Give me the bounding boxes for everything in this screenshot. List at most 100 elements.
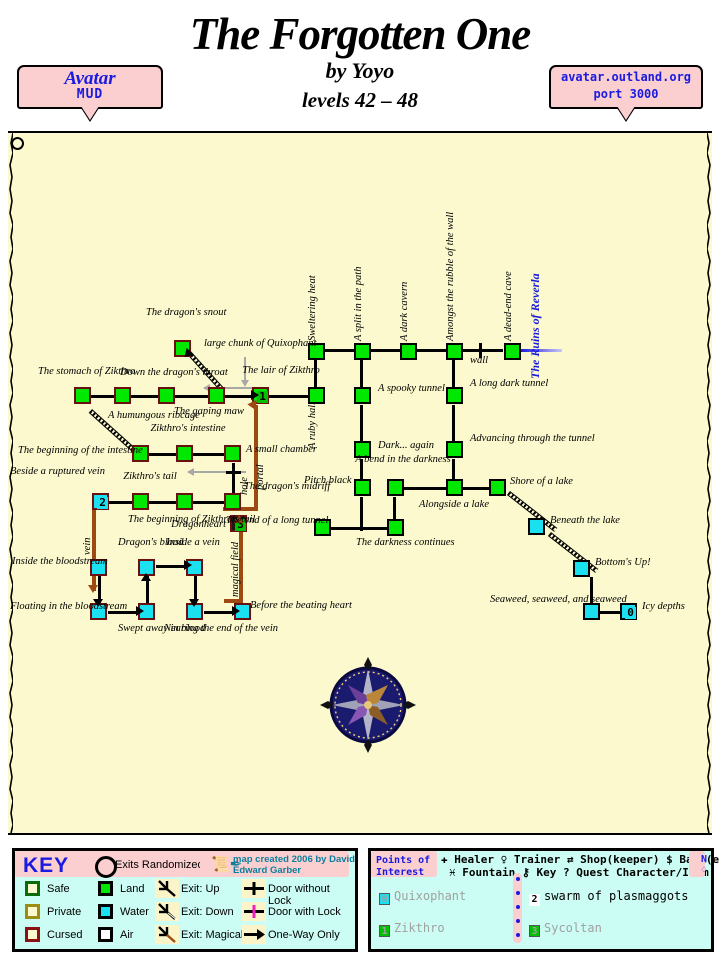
- label-the-darkness-continues: The darkness continues: [356, 537, 455, 548]
- mud-name-banner: Avatar MUD: [17, 65, 163, 109]
- poi-label-2: swarm of plasmaggots: [544, 889, 689, 903]
- poi-title: Points of Interest: [376, 855, 430, 879]
- link-rubble-deadend: [462, 349, 503, 352]
- poi-title-line2: Interest: [376, 867, 425, 878]
- poi-label-0: Quixophant: [394, 889, 467, 903]
- room-a-dark-cavern[interactable]: [400, 343, 417, 360]
- label-the-beginning-of-the-intestine: The beginning of the intestine: [18, 445, 143, 456]
- label-large-chunk-of-quixophant: large chunk of Quixophant: [204, 338, 317, 349]
- room-beneath-the-lake[interactable]: [528, 518, 545, 535]
- key-label-land: Land: [120, 883, 145, 895]
- poi-chip-3: 3: [529, 925, 540, 937]
- label-the-dragons-snout: The dragon's snout: [146, 307, 227, 318]
- key-label-cursed: Cursed: [47, 929, 83, 941]
- label-a-dark-cavern: A dark cavern: [399, 281, 410, 341]
- label-before-the-beating-heart: Before the beating heart: [250, 600, 352, 611]
- page-header: The Forgotten One by Yoyo levels 42 – 48…: [0, 0, 720, 130]
- room-the-gaping-maw[interactable]: [208, 387, 225, 404]
- poi-chip-2: 2: [529, 894, 540, 906]
- label-dragons-blood: Dragon's blood: [118, 537, 184, 548]
- arrow-floating-swept: [136, 606, 144, 616]
- mud-name-line2: MUD: [76, 87, 104, 102]
- room-a-bend-in-the-darkness[interactable]: [387, 479, 404, 496]
- room-amongst-the-rubble[interactable]: [446, 343, 463, 360]
- poi-title-line1: Points of: [376, 855, 431, 866]
- mud-port: port 3000: [593, 87, 659, 101]
- north-letter: N: [700, 854, 707, 865]
- one-way-only-icon: [242, 925, 266, 944]
- room-a-dead-end-cave[interactable]: [504, 343, 521, 360]
- label-a-dead-end-cave: A dead-end cave: [503, 271, 514, 341]
- key-label-safe: Safe: [47, 883, 70, 895]
- room-shore-of-a-lake[interactable]: [489, 479, 506, 496]
- arrow-swept-blood: [141, 573, 151, 581]
- room-bottoms-up[interactable]: [573, 560, 590, 577]
- room-the-darkness-continues[interactable]: [387, 519, 404, 536]
- label-a-split-in-the-path: A split in the path: [353, 266, 364, 341]
- link-pitchblack-endtunnel: [360, 497, 363, 531]
- arrow-blood-vein: [184, 560, 192, 570]
- room-the-stomach-of-zikthro[interactable]: [74, 387, 91, 404]
- room-a-humungous-ribcage[interactable]: [114, 387, 131, 404]
- key-swatch-private: [25, 904, 40, 919]
- label-beneath-the-lake: Beneath the lake: [550, 515, 620, 526]
- poi-label-3: Sycoltan: [544, 921, 602, 935]
- room-zikthros-tail[interactable]: [132, 493, 149, 510]
- label-dark-again: Dark... again: [378, 440, 434, 451]
- room-icy-depths[interactable]: 0: [620, 603, 637, 620]
- label-the-stomach-of-zikthro: The stomach of Zikthro: [38, 366, 136, 377]
- room-zikthros-intestine[interactable]: [176, 445, 193, 462]
- key-swatch-cursed: [25, 927, 40, 942]
- mud-name-line1: Avatar: [64, 68, 116, 89]
- label-magical-field: magical field: [230, 541, 241, 597]
- exit-up-icon: [155, 879, 179, 898]
- link-split-spooky: [360, 355, 363, 391]
- room-a-small-chamber[interactable]: [224, 445, 241, 462]
- key-label-one-way-only: One-Way Only: [268, 929, 340, 941]
- room-seaweed[interactable]: [583, 603, 600, 620]
- label-alongside-a-lake: Alongside a lake: [419, 499, 489, 510]
- exit-magical-icon: [155, 925, 179, 944]
- poi-header-row2: ♓ Fountain ⚷ Key ? Quest Character/Item: [449, 866, 709, 879]
- room-pitch-black[interactable]: [354, 479, 371, 496]
- map-parchment: 0 1 2 3 Sweltering heat A split in the p…: [8, 131, 712, 835]
- exits-randomized-icon: [95, 856, 117, 878]
- key-title: KEY: [23, 854, 70, 877]
- key-label-private: Private: [47, 906, 82, 918]
- credit-text: map created 2006 by David Edward Garber: [233, 854, 355, 876]
- label-floating-in-the-bloodstream: Floating in the bloodstream: [10, 601, 128, 612]
- label-vein: vein: [82, 537, 93, 556]
- room-down-the-dragons-throat[interactable]: [158, 387, 175, 404]
- door-without-lock-icon: [242, 879, 266, 898]
- label-the-gaping-maw: The gaping maw: [174, 406, 245, 417]
- poi-entry-sycoltan: 3 Sycoltan: [529, 921, 602, 937]
- poi-entry-zikthro: 1 Zikthro: [379, 921, 445, 937]
- poi-entry-quixophant: 0 Quixophant: [379, 889, 466, 905]
- arrow-vein-nearing: [189, 599, 199, 607]
- label-sweltering-heat: Sweltering heat: [307, 275, 318, 341]
- label-inside-the-bloodstream: Inside the bloodstream: [12, 556, 108, 567]
- room-the-beginning-of-zikthros-tail[interactable]: [176, 493, 193, 510]
- room-a-long-dark-tunnel[interactable]: [446, 387, 463, 404]
- room-a-spooky-tunnel[interactable]: [354, 387, 371, 404]
- room-the-dragons-midriff[interactable]: [224, 493, 241, 510]
- label-zikthros-intestine: Zikthro's intestine: [150, 423, 226, 434]
- key-label-water: Water: [120, 906, 149, 918]
- room-beside-a-ruptured-vein[interactable]: 2: [92, 493, 109, 510]
- key-label-door-with-lock: Door with Lock: [268, 906, 341, 918]
- label-amongst-the-rubble: Amongst the rubble of the wall: [445, 211, 456, 341]
- label-down-the-dragons-throat: Down the dragon's throat: [120, 367, 228, 378]
- page-title: The Forgotten One: [189, 9, 532, 59]
- room-alongside-a-lake[interactable]: [446, 479, 463, 496]
- compass-rose-icon: [320, 657, 416, 753]
- label-inside-a-vein: Inside a vein: [166, 537, 220, 548]
- label-seaweed: Seaweed, seaweed, and seaweed: [490, 594, 627, 605]
- room-a-split-in-the-path[interactable]: [354, 343, 371, 360]
- link-spooky-darkagain: [360, 405, 363, 445]
- label-nearing-the-end-of-the-vein: Nearing the end of the vein: [164, 623, 279, 634]
- exit-down-icon: [155, 902, 179, 921]
- label-a-long-dark-tunnel: A long dark tunnel: [470, 378, 549, 389]
- poi-chip-0: 0: [379, 893, 390, 905]
- points-of-interest-legend: Points of Interest ✚ Healer ♀ Trainer ⇄ …: [368, 848, 720, 952]
- key-swatch-water: [98, 904, 113, 919]
